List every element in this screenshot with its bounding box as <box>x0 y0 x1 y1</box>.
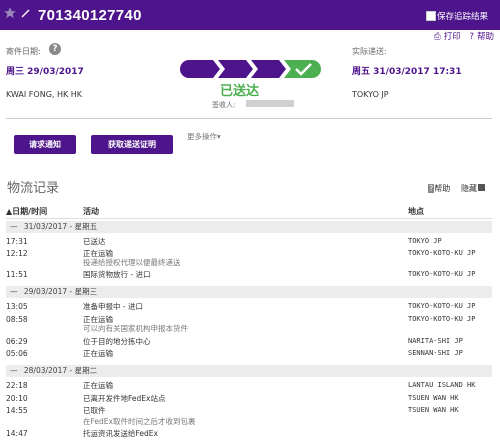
row-location: TOKYO-KOTO-KU JP <box>408 249 476 257</box>
row-time: 11:51 <box>6 270 28 279</box>
get-proof-of-delivery-button[interactable]: 获取递送证明 <box>91 135 173 154</box>
row-time: 22:18 <box>6 381 28 390</box>
delivered-label: 实际递送: <box>352 47 387 56</box>
activity-column-label: 活动 <box>83 207 99 216</box>
collapse-day-icon[interactable]: — <box>10 366 18 375</box>
row-time: 06:29 <box>6 337 28 346</box>
row-activity-detail: 可以向有关国家机构申报本货件 <box>83 324 188 333</box>
origin-location: KWAI FONG, HK HK <box>6 90 83 99</box>
day-header: — 31/03/2017 - 星期五 <box>6 221 492 233</box>
print-link[interactable]: 打印 <box>444 32 461 42</box>
divider <box>6 118 492 119</box>
row-time: 20:10 <box>6 394 28 403</box>
row-location: NARITA-SHI JP <box>408 337 463 345</box>
row-location: TOKYO-KOTO-KU JP <box>408 270 476 278</box>
ship-date: 周三 29/03/2017 <box>6 67 84 77</box>
delivered-date: 周五 31/03/2017 17:31 <box>352 67 462 77</box>
save-tracking-label: 保存追踪结果 <box>437 12 489 22</box>
day-label: 28/03/2017 - 星期二 <box>23 366 98 375</box>
collapse-day-icon[interactable]: — <box>10 222 18 231</box>
row-time: 08:58 <box>6 315 28 324</box>
row-activity: 已离开发件地FedEx站点 <box>83 394 166 403</box>
row-location: SENNAN-SHI JP <box>408 349 463 357</box>
signed-by-label: 签收人: <box>212 101 236 109</box>
row-activity: 已送达 <box>83 237 106 246</box>
help-link[interactable]: 帮助 <box>477 32 494 42</box>
progress-indicator <box>180 60 321 78</box>
date-column-label: 日期/时间 <box>12 207 48 216</box>
more-actions-dropdown[interactable]: 更多操作▾ <box>187 131 221 142</box>
row-time: 17:31 <box>6 237 28 246</box>
tracking-number: 701340127740 <box>38 7 142 24</box>
row-activity: 国际货物放行 - 进口 <box>83 270 151 279</box>
row-time: 12:12 <box>6 249 28 258</box>
utility-links: ⎙ 打印 ? 帮助 <box>431 30 494 42</box>
row-location: TSUEN WAN HK <box>408 406 459 414</box>
row-location: TOKYO JP <box>408 237 442 245</box>
help-icon[interactable]: ? <box>469 32 474 42</box>
row-activity-detail: 在FedEx取件时间之后才收到包裹 <box>83 417 196 426</box>
collapse-day-icon[interactable]: — <box>10 287 18 296</box>
hide-history-link[interactable]: 隐藏 <box>461 183 485 194</box>
row-activity: 正在运输 <box>83 381 113 390</box>
row-activity: 正在运输 <box>83 349 113 358</box>
destination-location: TOKYO JP <box>352 90 389 99</box>
pencil-icon[interactable] <box>20 7 32 19</box>
tracking-header-bar: 701340127740 保存追踪结果 <box>0 0 500 30</box>
row-activity: 位于目的地分拣中心 <box>83 337 151 346</box>
hide-label: 隐藏 <box>461 184 477 193</box>
day-header: — 28/03/2017 - 星期二 <box>6 365 492 377</box>
row-activity: 托运资讯发送给FedEx <box>83 429 158 438</box>
delivery-status: 已送达 <box>220 84 260 99</box>
more-actions-label: 更多操作 <box>187 132 217 141</box>
row-activity: 准备申报中 - 进口 <box>83 302 143 311</box>
row-location: TOKYO-KOTO-KU JP <box>408 315 476 323</box>
print-icon[interactable]: ⎙ <box>434 32 441 42</box>
star-icon[interactable] <box>3 6 17 20</box>
row-location: TOKYO-KOTO-KU JP <box>408 302 476 310</box>
row-activity: 正在运输 <box>83 315 113 324</box>
row-location: TSUEN WAN HK <box>408 394 459 402</box>
row-time: 13:05 <box>6 302 28 311</box>
request-notification-button[interactable]: 请求通知 <box>14 135 76 154</box>
row-activity: 正在运输 <box>83 249 113 258</box>
row-time: 14:55 <box>6 406 28 415</box>
sort-date-column[interactable]: ▲日期/时间 <box>6 206 47 217</box>
row-time: 05:06 <box>6 349 28 358</box>
row-activity: 已取件 <box>83 406 106 415</box>
save-tracking-checkbox[interactable] <box>426 11 436 21</box>
history-title: 物流记录 <box>7 181 60 196</box>
row-location: LANTAU ISLAND HK <box>408 381 476 389</box>
help-label: 帮助 <box>434 184 451 193</box>
ship-date-label: 寄件日期: <box>6 47 41 56</box>
signed-by-redacted <box>246 100 294 107</box>
day-label: 31/03/2017 - 星期五 <box>23 222 98 231</box>
chevron-down-icon: ▾ <box>217 132 221 141</box>
row-activity-detail: 投递给授权代理以便最终递送 <box>83 258 181 267</box>
history-help-link[interactable]: ?帮助 <box>428 183 450 194</box>
row-time: 14:47 <box>6 429 28 438</box>
help-circle-icon[interactable]: ? <box>49 43 61 55</box>
day-label: 29/03/2017 - 星期三 <box>23 287 98 296</box>
collapse-icon <box>478 184 485 191</box>
day-header: — 29/03/2017 - 星期三 <box>6 286 492 298</box>
history-table-header: ▲日期/时间 活动 地点 <box>6 204 492 219</box>
location-column-label: 地点 <box>408 207 424 216</box>
